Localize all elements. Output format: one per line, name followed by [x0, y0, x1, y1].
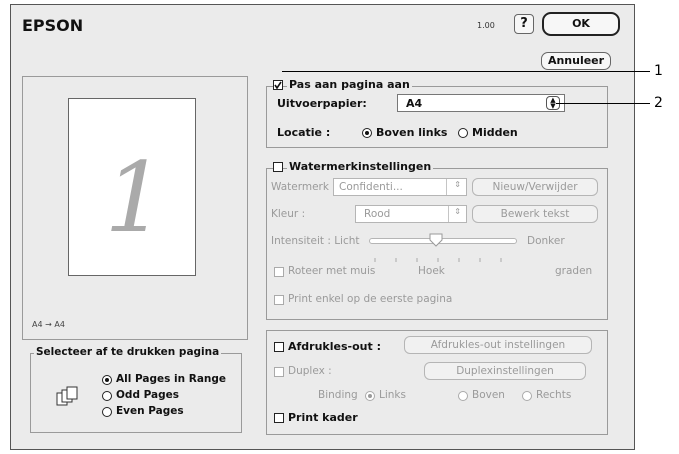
radio-even-pages-label: Even Pages — [116, 405, 184, 417]
output-paper-select[interactable]: A4 ▲ ▼ — [397, 94, 565, 112]
color-select-value: Rood — [364, 208, 391, 220]
radio-top-left[interactable] — [362, 128, 372, 138]
print-frame-checkbox[interactable] — [274, 413, 284, 423]
preview-paper-label: A4 → A4 — [32, 320, 65, 329]
duplex-label: Duplex : — [288, 365, 332, 377]
app-title: EPSON — [22, 16, 84, 35]
fit-to-page-label: Pas aan pagina aan — [287, 78, 412, 91]
color-label: Kleur : — [271, 208, 306, 220]
radio-binding-left[interactable] — [365, 391, 375, 401]
help-button[interactable]: ? — [514, 14, 534, 34]
layout-settings-button[interactable]: Afdrukles-out instellingen — [404, 336, 592, 354]
duplex-settings-button[interactable]: Duplexinstellingen — [424, 362, 586, 380]
intensity-slider-track[interactable] — [369, 238, 517, 244]
updown-arrows-icon: ⇕ — [454, 207, 461, 216]
intensity-slider-thumb[interactable] — [429, 232, 443, 247]
intensity-dark-label: Donker — [527, 235, 565, 247]
radio-even-pages[interactable] — [102, 407, 112, 417]
preview-page-number: 1 — [104, 142, 166, 254]
print-frame-label: Print kader — [288, 411, 358, 424]
output-paper-value: A4 — [406, 97, 423, 110]
intensity-label: Intensiteit : Licht — [271, 235, 360, 247]
radio-top-left-label: Boven links — [376, 126, 448, 139]
updown-arrows-icon: ⇕ — [454, 180, 461, 189]
fit-to-page-checkbox[interactable] — [273, 80, 283, 90]
binding-label: Binding — [318, 389, 358, 401]
degrees-label: graden — [555, 265, 593, 277]
output-paper-label: Uitvoerpapier: — [277, 97, 367, 110]
radio-binding-right[interactable] — [522, 391, 532, 401]
radio-center[interactable] — [458, 128, 468, 138]
cancel-button[interactable]: Annuleer — [541, 52, 611, 70]
location-label: Locatie : — [277, 126, 331, 139]
watermark-name-label: Watermerk : — [271, 181, 336, 193]
radio-binding-right-label: Rechts — [536, 389, 572, 401]
radio-binding-left-label: Links — [379, 389, 406, 401]
first-page-only-checkbox[interactable] — [274, 295, 284, 305]
watermark-select[interactable]: Confidenti... ⇕ — [333, 178, 467, 196]
print-range-title: Selecteer af te drukken pagina — [34, 346, 222, 358]
radio-center-label: Midden — [472, 126, 518, 139]
rotate-mouse-checkbox[interactable] — [274, 267, 284, 277]
callout-1-number: 1 — [654, 63, 663, 79]
select-divider — [446, 179, 447, 195]
radio-all-pages[interactable] — [102, 375, 112, 385]
radio-binding-top[interactable] — [458, 391, 468, 401]
pages-icon — [56, 385, 80, 407]
angle-label: Hoek — [418, 265, 445, 277]
watermark-label: Watermerkinstellingen — [287, 160, 434, 173]
callout-1-line — [282, 71, 650, 72]
rotate-mouse-label: Roteer met muis — [288, 265, 376, 277]
help-icon: ? — [520, 16, 528, 31]
select-divider — [448, 206, 449, 222]
ok-button[interactable]: OK — [542, 12, 620, 36]
new-delete-button[interactable]: Nieuw/Verwijder — [472, 178, 598, 196]
layout-checkbox[interactable] — [274, 342, 284, 352]
radio-odd-pages-label: Odd Pages — [116, 389, 179, 401]
callout-2-number: 2 — [654, 95, 663, 111]
radio-all-pages-label: All Pages in Range — [116, 373, 227, 385]
version-text: 1.00 — [477, 21, 495, 30]
edit-text-button[interactable]: Bewerk tekst — [472, 205, 598, 223]
radio-binding-top-label: Boven — [472, 389, 505, 401]
color-select[interactable]: Rood ⇕ — [355, 205, 467, 223]
first-page-only-label: Print enkel op de eerste pagina — [288, 293, 453, 305]
callout-2-line — [556, 103, 650, 104]
watermark-checkbox[interactable] — [273, 162, 283, 172]
watermark-select-value: Confidenti... — [339, 181, 403, 193]
intensity-ticks — [369, 248, 517, 262]
layout-label: Afdrukles-out : — [288, 340, 381, 353]
radio-odd-pages[interactable] — [102, 391, 112, 401]
duplex-checkbox[interactable] — [274, 367, 284, 377]
